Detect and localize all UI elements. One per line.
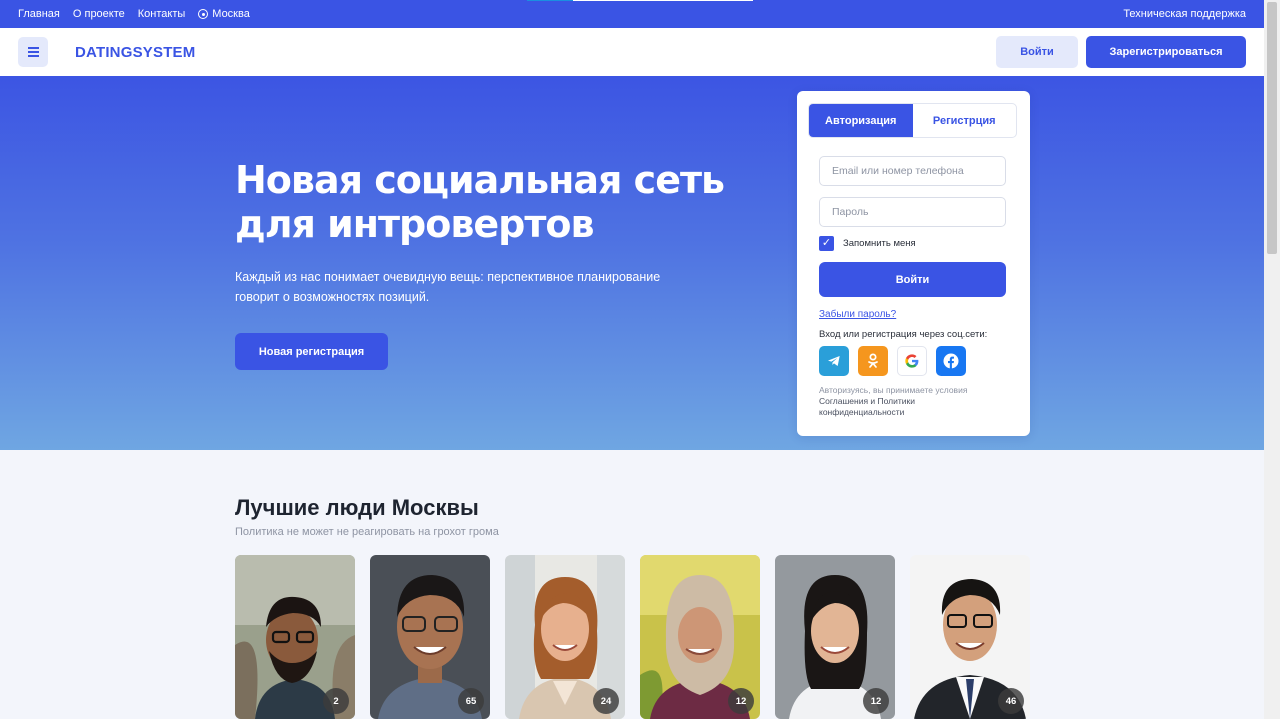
auth-tabs: Авторизация Регистрция	[808, 103, 1017, 138]
nav-link-about[interactable]: О проекте	[73, 8, 125, 20]
social-login-label: Вход или регистрация через соц.сети:	[819, 329, 988, 340]
person-card[interactable]: 24	[505, 555, 625, 719]
menu-button[interactable]	[18, 37, 48, 67]
hero-description: Каждый из нас понимает очевидную вещь: п…	[235, 270, 661, 304]
header-login-button[interactable]: Войти	[996, 36, 1078, 68]
photo-count-badge: 12	[863, 688, 889, 714]
page-scrollbar[interactable]	[1264, 0, 1280, 719]
hamburger-icon	[27, 47, 39, 49]
auth-card: Авторизация Регистрция ✓ Запомнить меня …	[797, 91, 1030, 436]
password-field[interactable]	[819, 197, 1006, 227]
nav-link-contacts[interactable]: Контакты	[138, 8, 186, 20]
odnoklassniki-icon	[868, 353, 878, 368]
site-logo[interactable]: DATINGSYSTEM	[75, 44, 195, 61]
odnoklassniki-button[interactable]	[858, 346, 888, 376]
telegram-icon	[828, 356, 840, 366]
social-buttons	[819, 346, 966, 376]
person-card[interactable]: 12	[640, 555, 760, 719]
header-register-button[interactable]: Зарегистрироваться	[1086, 36, 1246, 68]
google-icon	[905, 354, 919, 368]
photo-count-badge: 65	[458, 688, 484, 714]
site-header: DATINGSYSTEM Войти Зарегистрироваться	[0, 28, 1264, 76]
person-card[interactable]: 2	[235, 555, 355, 719]
hero-title: Новая социальная сеть для интровертов	[235, 158, 725, 246]
photo-count-badge: 2	[323, 688, 349, 714]
google-button[interactable]	[897, 346, 927, 376]
nav-link-home[interactable]: Главная	[18, 8, 60, 20]
remember-checkbox[interactable]: ✓	[819, 236, 834, 251]
person-card[interactable]: 12	[775, 555, 895, 719]
person-card[interactable]: 46	[910, 555, 1030, 719]
terms-link[interactable]: Соглашения и Политики	[819, 396, 915, 406]
remember-me[interactable]: ✓ Запомнить меня	[819, 236, 916, 251]
facebook-icon	[943, 353, 959, 369]
section-subtitle: Политика не может не реагировать на грох…	[235, 526, 499, 538]
login-submit-button[interactable]: Войти	[819, 262, 1006, 297]
photo-count-badge: 24	[593, 688, 619, 714]
terms-notice: Авторизуясь, вы принимаете условия Согла…	[819, 385, 968, 417]
tab-register[interactable]: Регистрция	[913, 104, 1017, 137]
top-utility-bar: Главная О проекте Контакты Москва Технич…	[0, 0, 1264, 28]
photo-count-badge: 46	[998, 688, 1024, 714]
person-card[interactable]: 65	[370, 555, 490, 719]
tab-login[interactable]: Авторизация	[809, 104, 913, 137]
photo-count-badge: 12	[728, 688, 754, 714]
privacy-link[interactable]: конфиденциальности	[819, 407, 904, 417]
scrollbar-thumb[interactable]	[1267, 2, 1277, 254]
forgot-password-link[interactable]: Забыли пароль?	[819, 309, 896, 320]
remember-label: Запомнить меня	[843, 238, 916, 249]
location-icon	[198, 9, 209, 19]
loading-indicator	[527, 0, 753, 1]
city-label: Москва	[212, 8, 250, 20]
hero-section: Новая социальная сеть для интровертов Ка…	[0, 76, 1264, 450]
new-registration-button[interactable]: Новая регистрация	[235, 333, 388, 370]
email-field[interactable]	[819, 156, 1006, 186]
city-selector[interactable]: Москва	[198, 8, 250, 20]
telegram-button[interactable]	[819, 346, 849, 376]
support-link[interactable]: Техническая поддержка	[1123, 8, 1246, 20]
facebook-button[interactable]	[936, 346, 966, 376]
section-title: Лучшие люди Москвы	[235, 495, 479, 520]
people-cards: 2 65 24 12 12 46	[235, 555, 1030, 719]
